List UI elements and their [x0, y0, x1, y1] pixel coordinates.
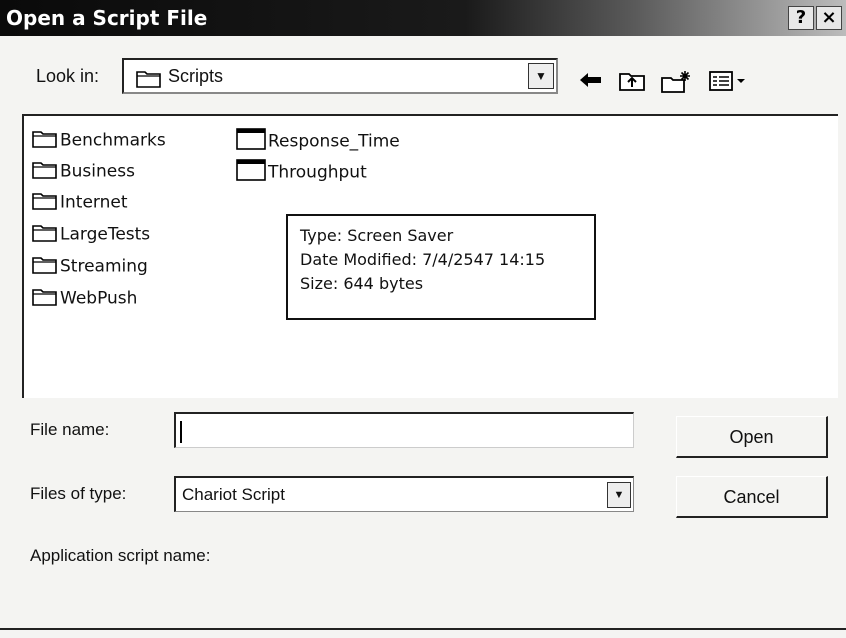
file-item-response-time[interactable]: Response_Time: [236, 128, 400, 155]
folder-item-business[interactable]: Business: [32, 159, 135, 184]
files-of-type-select[interactable]: Chariot Script ▼: [174, 476, 634, 512]
title-bar: Open a Script File ? ×: [0, 0, 846, 36]
chevron-down-icon[interactable]: ▼: [528, 63, 554, 89]
bottom-divider: [0, 628, 846, 630]
close-button[interactable]: ×: [816, 6, 842, 30]
look-in-label: Look in:: [36, 66, 100, 86]
dialog-title: Open a Script File: [6, 6, 208, 30]
folder-label: Streaming: [60, 256, 148, 277]
folder-icon: [32, 254, 58, 279]
file-list[interactable]: Benchmarks Business Internet LargeTests …: [22, 114, 838, 398]
text-caret: [180, 421, 182, 443]
folder-icon: [32, 190, 58, 215]
folder-label: Internet: [60, 192, 128, 213]
folder-icon: [32, 128, 58, 153]
folder-icon: [136, 68, 162, 93]
folder-label: LargeTests: [60, 224, 151, 245]
folder-item-largetests[interactable]: LargeTests: [32, 222, 150, 247]
file-name-input[interactable]: [174, 412, 634, 448]
up-folder-icon[interactable]: [618, 70, 646, 98]
folder-label: WebPush: [60, 288, 138, 309]
tooltip-type: Type: Screen Saver: [300, 226, 454, 245]
file-label: Response_Time: [268, 131, 400, 152]
folder-label: Business: [60, 161, 135, 182]
new-folder-icon[interactable]: [660, 70, 692, 100]
folder-item-streaming[interactable]: Streaming: [32, 254, 148, 279]
script-file-icon: [236, 159, 266, 186]
folder-icon: [32, 286, 58, 311]
view-menu-icon[interactable]: [708, 70, 748, 98]
chevron-down-icon[interactable]: ▼: [607, 482, 631, 508]
back-arrow-icon[interactable]: [578, 70, 604, 96]
files-of-type-label: Files of type:: [30, 484, 127, 503]
folder-label: Benchmarks: [60, 130, 166, 151]
cancel-button[interactable]: Cancel: [676, 476, 828, 518]
tooltip-size: Size: 644 bytes: [300, 274, 424, 293]
help-button[interactable]: ?: [788, 6, 814, 30]
files-of-type-value: Chariot Script: [182, 485, 285, 504]
folder-icon: [32, 222, 58, 247]
folder-item-internet[interactable]: Internet: [32, 190, 128, 215]
look-in-combo[interactable]: Scripts ▼: [122, 58, 558, 94]
look-in-value: Scripts: [168, 66, 224, 86]
application-script-name-label: Application script name:: [30, 546, 211, 565]
folder-item-benchmarks[interactable]: Benchmarks: [32, 128, 166, 153]
folder-item-webpush[interactable]: WebPush: [32, 286, 137, 311]
script-file-icon: [236, 128, 266, 155]
folder-icon: [32, 159, 58, 184]
file-name-label: File name:: [30, 420, 110, 439]
file-info-tooltip: Type: Screen Saver Date Modified: 7/4/25…: [286, 214, 596, 320]
file-item-throughput[interactable]: Throughput: [236, 159, 367, 186]
tooltip-date: Date Modified: 7/4/2547 14:15: [300, 250, 546, 269]
open-button[interactable]: Open: [676, 416, 828, 458]
file-label: Throughput: [268, 162, 367, 183]
